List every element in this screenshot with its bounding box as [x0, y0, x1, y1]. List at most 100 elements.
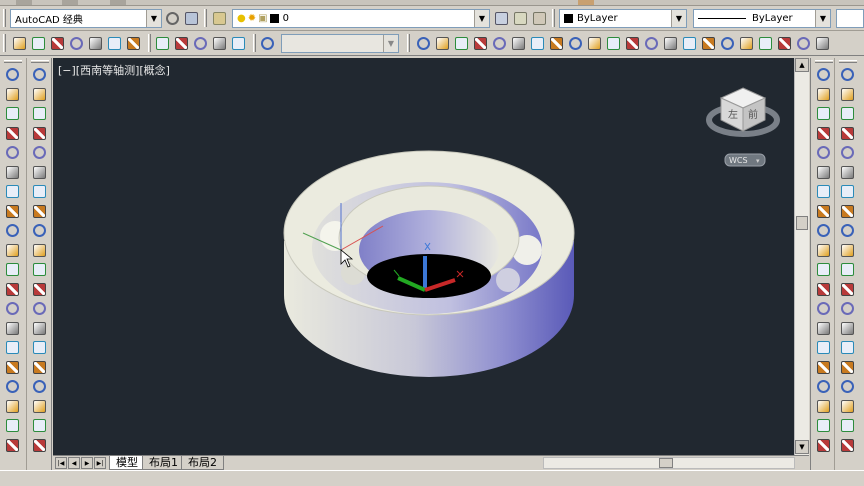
layer-select[interactable]: ● ✹ ▣ 0 ▼	[232, 9, 490, 28]
fillet-button[interactable]	[839, 359, 856, 376]
last-tab-button[interactable]: ▶|	[94, 457, 106, 469]
dimension-break-button[interactable]	[815, 300, 832, 317]
delete-faces-button[interactable]	[719, 35, 736, 52]
workspace-settings-button[interactable]	[164, 10, 181, 27]
baseline-dimension-button[interactable]	[815, 242, 832, 259]
polygon-button[interactable]	[4, 125, 21, 142]
circle-button[interactable]	[4, 183, 21, 200]
stretch-button[interactable]	[839, 222, 856, 239]
separate-button[interactable]	[605, 35, 622, 52]
layer-properties-button[interactable]	[211, 10, 228, 27]
arc-length-button[interactable]	[815, 105, 832, 122]
table-button[interactable]	[4, 398, 21, 415]
chevron-down-icon[interactable]: ▼	[671, 10, 686, 27]
dimension-space-button[interactable]	[815, 281, 832, 298]
customize-button[interactable]	[183, 10, 200, 27]
tab-layout2[interactable]: 布局2	[181, 456, 224, 470]
region-button[interactable]	[4, 378, 21, 395]
prev-tab-button[interactable]: ◀	[68, 457, 80, 469]
break-button[interactable]	[839, 300, 856, 317]
radius-dimension-button[interactable]	[815, 144, 832, 161]
construction-line-button[interactable]	[4, 86, 21, 103]
union-button[interactable]	[415, 35, 432, 52]
scale-button[interactable]	[839, 203, 856, 220]
angular-dimension-button[interactable]	[815, 203, 832, 220]
torus-button[interactable]	[106, 35, 123, 52]
subtract-button[interactable]	[31, 339, 48, 356]
offset-faces-button[interactable]	[662, 35, 679, 52]
toolbar-grip[interactable]	[407, 34, 410, 52]
ellipse-arc-button[interactable]	[4, 261, 21, 278]
inspection-button[interactable]	[815, 359, 832, 376]
hidden-button[interactable]	[192, 35, 209, 52]
horizontal-scroll-thumb[interactable]	[659, 458, 673, 468]
toolbar-grip[interactable]	[148, 34, 151, 52]
3d-align-button[interactable]	[31, 417, 48, 434]
torus-button[interactable]	[31, 164, 48, 181]
cylinder-button[interactable]	[31, 144, 48, 161]
draw-order-button[interactable]	[839, 398, 856, 415]
imprint-button[interactable]	[529, 35, 546, 52]
linear-dimension-button[interactable]	[815, 66, 832, 83]
extract-edges-button[interactable]	[510, 35, 527, 52]
pyramid-button[interactable]	[125, 35, 142, 52]
wireframe-button[interactable]	[173, 35, 190, 52]
slice-button[interactable]	[472, 35, 489, 52]
subtract-button[interactable]	[434, 35, 451, 52]
3d-move-button[interactable]	[31, 378, 48, 395]
revision-cloud-button[interactable]	[4, 203, 21, 220]
send-to-back-button[interactable]	[839, 437, 856, 454]
jogged-linear-button[interactable]	[815, 378, 832, 395]
sphere-button[interactable]	[68, 35, 85, 52]
gradient-button[interactable]	[4, 359, 21, 376]
hatch-button[interactable]	[4, 339, 21, 356]
move-button[interactable]	[839, 164, 856, 181]
layer-state-button[interactable]	[531, 10, 548, 27]
toolbar-grip[interactable]	[204, 9, 207, 27]
mirror-button[interactable]	[839, 105, 856, 122]
chevron-down-icon[interactable]: ▼	[146, 10, 161, 27]
zoom-button[interactable]	[259, 35, 276, 52]
visual-style-button[interactable]	[154, 35, 171, 52]
polyline-button[interactable]	[4, 105, 21, 122]
spline-button[interactable]	[4, 222, 21, 239]
chevron-down-icon[interactable]: ▼	[474, 10, 489, 27]
move-faces-button[interactable]	[738, 35, 755, 52]
intersect-button[interactable]	[453, 35, 470, 52]
explode-button[interactable]	[839, 378, 856, 395]
lineweight-select[interactable]	[836, 9, 864, 28]
first-tab-button[interactable]: |◀	[55, 457, 67, 469]
interfere-button[interactable]	[491, 35, 508, 52]
color-select[interactable]: ByLayer ▼	[559, 9, 687, 28]
dimension-edit-button[interactable]	[815, 398, 832, 415]
tab-model[interactable]: 模型	[109, 456, 145, 470]
pyramid-button[interactable]	[31, 183, 48, 200]
make-block-button[interactable]	[4, 300, 21, 317]
ordinate-dimension-button[interactable]	[815, 125, 832, 142]
presspull-button[interactable]	[31, 242, 48, 259]
quick-dimension-button[interactable]	[815, 222, 832, 239]
center-mark-button[interactable]	[815, 339, 832, 356]
3d-array-button[interactable]	[31, 437, 48, 454]
rectangle-button[interactable]	[4, 144, 21, 161]
chevron-down-icon[interactable]: ▼	[815, 10, 830, 27]
copy-edges-button[interactable]	[795, 35, 812, 52]
chevron-down-icon[interactable]: ▼	[383, 35, 398, 52]
layer-previous-button[interactable]	[512, 10, 529, 27]
scroll-down-button[interactable]: ▼	[795, 440, 809, 454]
extend-button[interactable]	[839, 261, 856, 278]
named-view-select[interactable]: ▼	[281, 34, 399, 53]
revolve-button[interactable]	[31, 281, 48, 298]
extrude-button[interactable]	[31, 222, 48, 239]
erase-button[interactable]	[839, 66, 856, 83]
array-button[interactable]	[839, 144, 856, 161]
diameter-dimension-button[interactable]	[815, 183, 832, 200]
cone-button[interactable]	[31, 105, 48, 122]
planar-surface-button[interactable]	[31, 203, 48, 220]
drawing-viewport[interactable]: [−][西南等轴测][概念] 左 前 WCS ▾	[53, 58, 794, 455]
realistic-button[interactable]	[211, 35, 228, 52]
scroll-up-button[interactable]: ▲	[795, 58, 809, 72]
offset-button[interactable]	[839, 125, 856, 142]
shell-button[interactable]	[586, 35, 603, 52]
point-button[interactable]	[4, 320, 21, 337]
